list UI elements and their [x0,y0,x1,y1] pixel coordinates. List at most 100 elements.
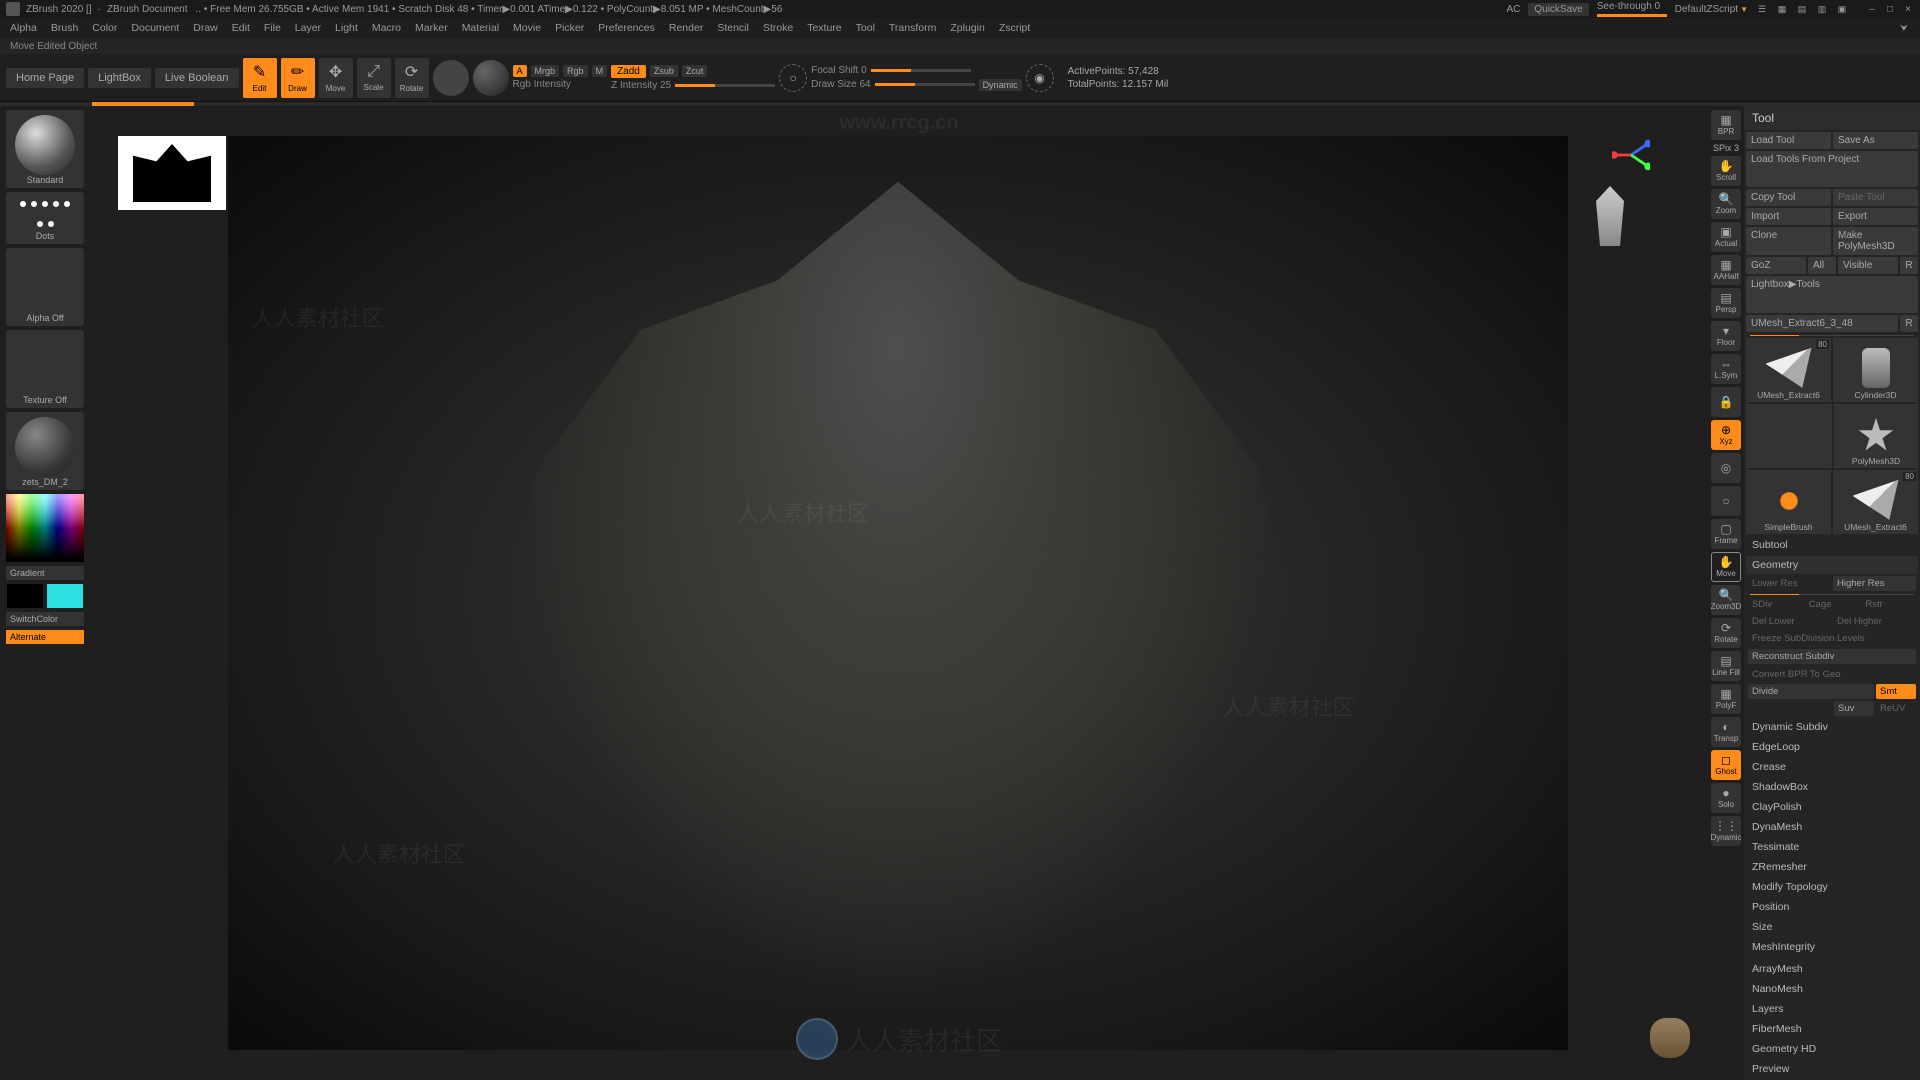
menu-icon[interactable]: ☰ [1756,3,1768,15]
xyz-button[interactable]: ⊕Xyz [1711,420,1741,450]
floor-button[interactable]: ▾Floor [1711,321,1741,351]
del-lower-button[interactable]: Del Lower [1748,614,1831,629]
suv-button[interactable]: Suv [1834,701,1874,716]
export-button[interactable]: Export [1833,208,1918,225]
lsym-button[interactable]: ⇔L.Sym [1711,354,1741,384]
menu-brush[interactable]: Brush [51,22,78,34]
copy-tool-button[interactable]: Copy Tool [1746,189,1831,206]
import-button[interactable]: Import [1746,208,1831,225]
section-dynamic-subdiv[interactable]: Dynamic Subdiv [1746,718,1918,736]
tab-lightbox[interactable]: LightBox [88,68,151,88]
menu-light[interactable]: Light [335,22,358,34]
persp-button[interactable]: ▤Persp [1711,288,1741,318]
menu-movie[interactable]: Movie [513,22,541,34]
swatch-secondary[interactable] [7,584,43,608]
tab-home[interactable]: Home Page [6,68,84,88]
thumb-umesh-extract2[interactable]: 80UMesh_Extract6 [1833,470,1918,534]
minimize-button[interactable]: – [1866,4,1878,15]
thumb-cylinder3d[interactable]: Cylinder3D [1833,338,1918,402]
section-geometry[interactable]: Geometry [1746,556,1918,574]
zadd-chip[interactable]: Zadd [611,65,646,78]
goz-r-button[interactable]: R [1900,257,1918,274]
grid1-icon[interactable]: ▦ [1776,3,1788,15]
local-button[interactable]: ◎ [1711,453,1741,483]
move3d-button[interactable]: ✋Move [1711,552,1741,582]
move-button[interactable]: ✥Move [319,58,353,98]
goz-visible-button[interactable]: Visible [1838,257,1898,274]
aahalf-button[interactable]: ▦AAHalf [1711,255,1741,285]
section-nanomesh[interactable]: NanoMesh [1746,980,1918,998]
menu-transform[interactable]: Transform [889,22,936,34]
grid2-icon[interactable]: ▤ [1796,3,1808,15]
swatch-primary[interactable] [47,584,83,608]
section-arraymesh[interactable]: ArrayMesh [1746,960,1918,978]
zoom3d-button[interactable]: 🔍Zoom3D [1711,585,1741,615]
scroll-button[interactable]: ✋Scroll [1711,156,1741,186]
load-tool-button[interactable]: Load Tool [1746,132,1831,149]
menu-render[interactable]: Render [669,22,703,34]
reconstruct-subdiv-button[interactable]: Reconstruct Subdiv [1748,649,1916,664]
tool-r-button[interactable]: R [1900,315,1918,332]
switchcolor-button[interactable]: SwitchColor [6,612,84,626]
convert-bpr-button[interactable]: Convert BPR To Geo [1748,667,1916,682]
goz-all-button[interactable]: All [1808,257,1836,274]
brush-size-icon[interactable]: ○ [779,64,807,92]
menu-document[interactable]: Document [131,22,179,34]
menu-zplugin[interactable]: Zplugin [950,22,984,34]
zsub-chip[interactable]: Zsub [650,65,678,77]
section-edgeloop[interactable]: EdgeLoop [1746,738,1918,756]
quicksave-button[interactable]: QuickSave [1528,3,1588,16]
section-zremesher[interactable]: ZRemesher [1746,858,1918,876]
zintensity-label[interactable]: Z Intensity 25 [611,80,671,91]
zintensity-slider[interactable] [675,84,775,87]
thumb-simplebrush[interactable]: SimpleBrush [1746,470,1831,534]
scale-button[interactable]: ⤢Scale [357,58,391,98]
a-chip[interactable]: A [513,65,527,77]
save-as-button[interactable]: Save As [1833,132,1918,149]
menu-draw[interactable]: Draw [193,22,218,34]
goz-button[interactable]: GoZ [1746,257,1806,274]
menu-material[interactable]: Material [462,22,499,34]
lock-button[interactable]: 🔒 [1711,387,1741,417]
rotate-button[interactable]: ⟳Rotate [395,58,429,98]
curve-toggle[interactable] [473,60,509,96]
menu-stroke[interactable]: Stroke [763,22,793,34]
menu-preferences[interactable]: Preferences [598,22,655,34]
current-tool-name[interactable]: UMesh_Extract6_3_48 [1746,315,1898,332]
reuv-button[interactable]: ReUV [1876,701,1916,716]
close-button[interactable]: × [1902,4,1914,15]
grid3-icon[interactable]: ▥ [1816,3,1828,15]
alpha-picker[interactable]: Alpha Off [6,248,84,326]
mrgb-chip[interactable]: Mrgb [531,65,560,77]
ghost-button[interactable]: ◻Ghost [1711,750,1741,780]
cage-button[interactable]: Cage [1805,597,1860,612]
zoom-button[interactable]: 🔍Zoom [1711,189,1741,219]
menu-edit[interactable]: Edit [232,22,250,34]
zcut-chip[interactable]: Zcut [682,65,708,77]
tab-liveboolean[interactable]: Live Boolean [155,68,239,88]
paste-tool-button[interactable]: Paste Tool [1833,189,1918,206]
stroke-picker[interactable]: Dots [6,192,84,244]
focalshift-slider[interactable] [871,69,971,72]
grid4-icon[interactable]: ▣ [1836,3,1848,15]
maximize-button[interactable]: □ [1884,4,1896,15]
section-shadowbox[interactable]: ShadowBox [1746,778,1918,796]
section-crease[interactable]: Crease [1746,758,1918,776]
section-tessimate[interactable]: Tessimate [1746,838,1918,856]
polyf-button[interactable]: ▦PolyF [1711,684,1741,714]
freeze-subdiv-button[interactable]: Freeze SubDivision Levels [1748,631,1916,646]
color-picker[interactable] [6,494,84,562]
thumb-polymesh3d[interactable]: PolyMesh3D [1834,404,1918,468]
dynamic-chip[interactable]: Dynamic [979,79,1022,91]
linefill-button[interactable]: ▤Line Fill [1711,651,1741,681]
make-polymesh-button[interactable]: Make PolyMesh3D [1833,227,1918,255]
alternate-button[interactable]: Alternate [6,630,84,644]
section-fibermesh[interactable]: FiberMesh [1746,1020,1918,1038]
lower-res-button[interactable]: Lower Res [1748,576,1831,591]
solo-dynamic-button[interactable]: ⋮⋮Dynamic [1711,816,1741,846]
divide-button[interactable]: Divide [1748,684,1874,699]
bpr-button[interactable]: ▦BPR [1711,110,1741,140]
section-subtool[interactable]: Subtool [1746,536,1918,554]
menu-file[interactable]: File [264,22,281,34]
section-dynamesh[interactable]: DynaMesh [1746,818,1918,836]
